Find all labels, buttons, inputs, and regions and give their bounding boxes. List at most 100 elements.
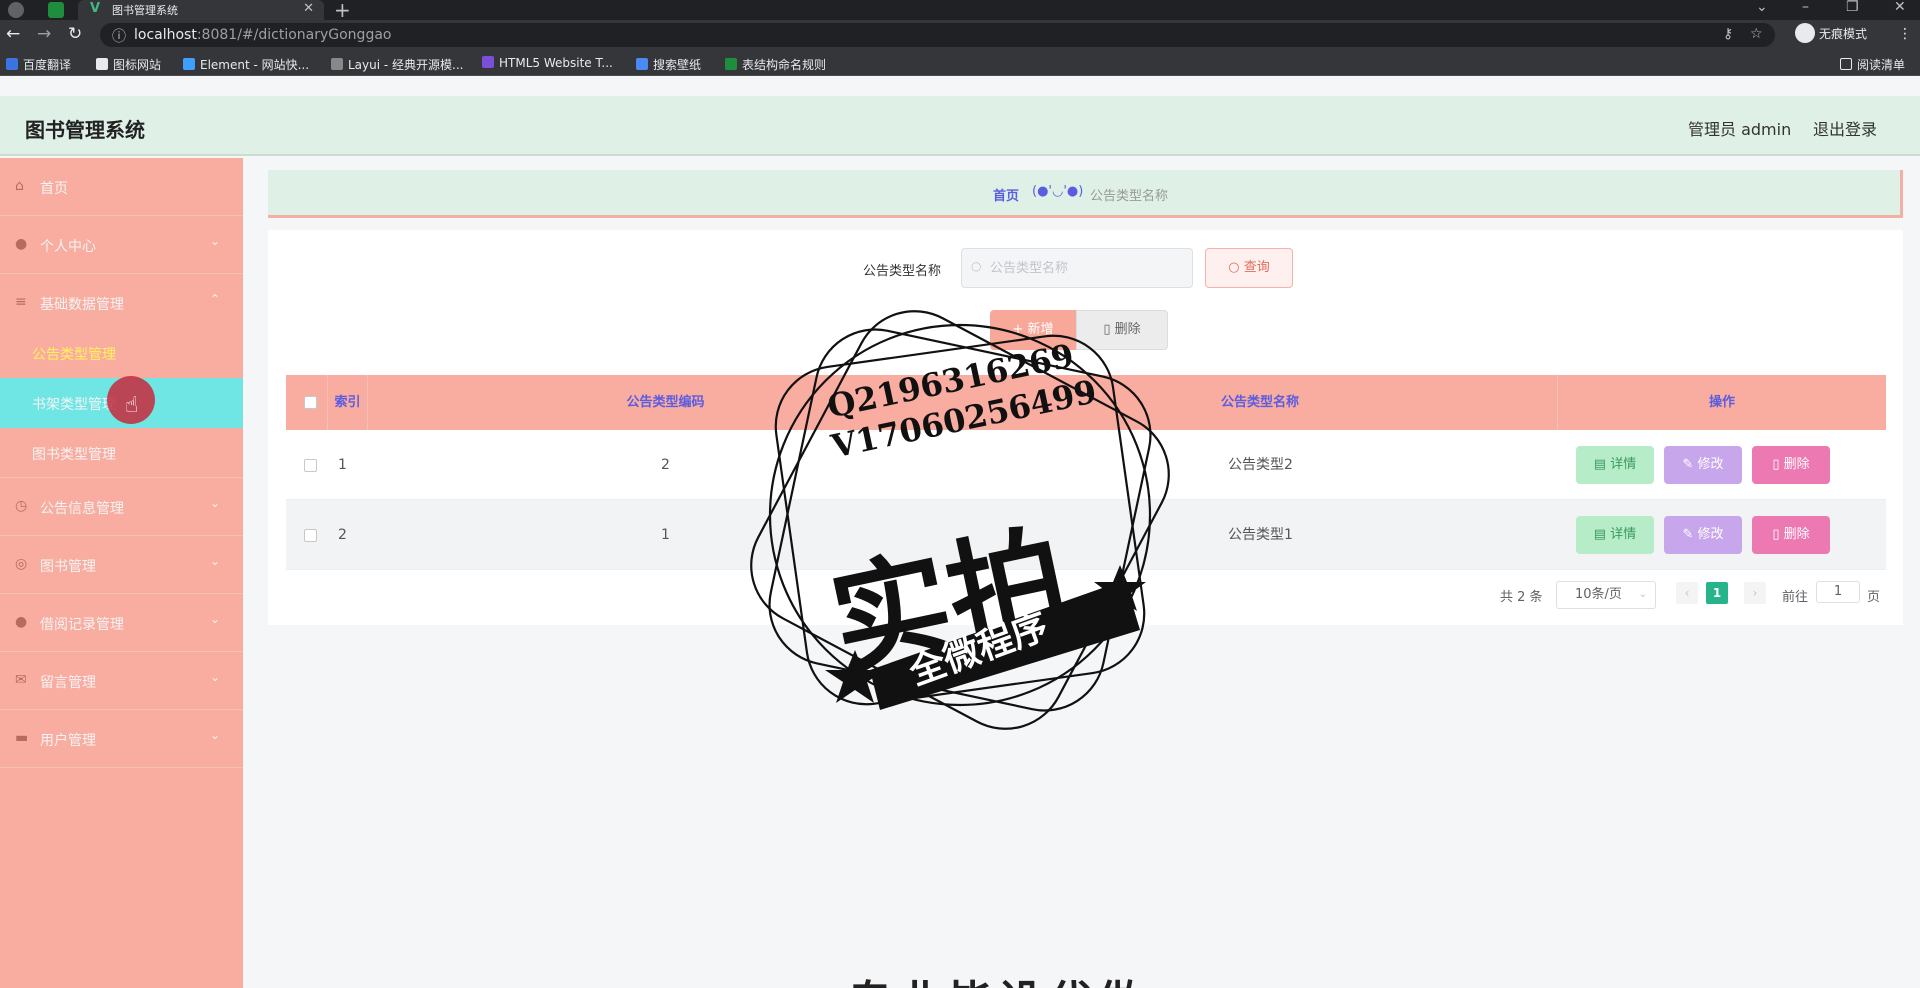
sidebar-sub-notice-type[interactable]: 公告类型管理 <box>0 328 243 378</box>
bookmark-item[interactable]: Layui - 经典开源模... <box>331 56 463 73</box>
chevron-down-icon: ⌄ <box>210 554 221 568</box>
sidebar-item-books[interactable]: ◎ 图书管理 ⌄ <box>0 536 243 594</box>
incognito-icon <box>1795 22 1815 43</box>
star-icon[interactable]: ☆ <box>1750 26 1763 42</box>
address-bar: ← → ↻ ⓘ localhost:8081/#/dictionaryGongg… <box>0 20 1920 50</box>
page-size-select[interactable]: 10条/页 ⌄ <box>1556 581 1656 609</box>
header-index: 索引 <box>328 375 368 430</box>
reading-list[interactable]: 阅读清单 <box>1840 56 1905 73</box>
trash-icon: ▯ <box>1103 322 1115 337</box>
row-checkbox[interactable] <box>304 459 317 472</box>
select-all-cell <box>286 375 328 430</box>
logout-button[interactable]: 退出登录 <box>1813 116 1877 140</box>
user-icon: ● <box>15 236 28 252</box>
back-icon[interactable]: ← <box>6 24 20 44</box>
search-input[interactable] <box>990 257 1185 279</box>
breadcrumb: 首页 (●'◡'●) 公告类型名称 <box>268 170 1903 218</box>
search-icon: ○ <box>971 259 982 273</box>
url-path: :8081/#/dictionaryGonggao <box>196 27 392 43</box>
hand-cursor-icon: ☝ <box>125 393 139 418</box>
table-row: 1 2 公告类型2 ▤ 详情 ✎ 修改 ▯ 删除 <box>286 430 1886 500</box>
search-field[interactable]: ○ <box>961 248 1193 288</box>
cell-index: 1 <box>338 457 347 473</box>
globe-icon[interactable] <box>8 2 24 18</box>
breadcrumb-separator: (●'◡'●) <box>1032 184 1084 199</box>
header-name[interactable]: 公告类型名称 <box>963 375 1558 430</box>
url-host: localhost <box>134 27 197 43</box>
detail-button[interactable]: ▤ 详情 <box>1576 446 1654 484</box>
table-row: 2 1 公告类型1 ▤ 详情 ✎ 修改 ▯ 删除 <box>286 500 1886 570</box>
reload-icon[interactable]: ↻ <box>68 24 82 44</box>
chevron-down-icon: ⌄ <box>210 670 221 684</box>
chevron-down-icon: ⌄ <box>210 728 221 742</box>
edit-button[interactable]: ✎ 修改 <box>1664 516 1742 554</box>
browser-tab-active[interactable]: V 图书管理系统 ✕ <box>78 0 324 20</box>
bookmark-item[interactable]: 百度翻译 <box>6 56 71 73</box>
search-icon: ○ <box>1228 260 1244 275</box>
delete-button[interactable]: ▯ 删除 <box>1752 516 1830 554</box>
next-page-button[interactable]: › <box>1744 582 1766 604</box>
pencil-icon: ✎ <box>1682 527 1698 542</box>
forward-icon[interactable]: → <box>37 24 51 44</box>
minimize-icon[interactable]: – <box>1802 0 1809 15</box>
edit-button[interactable]: ✎ 修改 <box>1664 446 1742 484</box>
bookmark-item[interactable]: HTML5 Website T... <box>482 56 613 70</box>
data-table: 索引 公告类型编码 公告类型名称 操作 1 2 公告类型2 ▤ 详情 ✎ 修改 … <box>286 375 1886 570</box>
trash-icon: ▯ <box>1772 457 1784 472</box>
cell-index: 2 <box>338 527 347 543</box>
goto-label: 前往 <box>1782 590 1809 605</box>
sidebar-item-base-data[interactable]: ≡ 基础数据管理 ⌃ <box>0 274 243 332</box>
bookmark-item[interactable]: 表结构命名规则 <box>725 56 826 73</box>
search-label: 公告类型名称 <box>863 264 942 279</box>
goto-page-input[interactable]: 1 <box>1816 581 1860 603</box>
sidebar-item-users[interactable]: ▬ 用户管理 ⌄ <box>0 710 243 768</box>
page-number[interactable]: 1 <box>1706 582 1728 604</box>
restore-icon[interactable]: ❐ <box>1846 0 1859 15</box>
info-icon[interactable]: ⓘ <box>112 26 126 46</box>
select-all-checkbox[interactable] <box>304 396 317 409</box>
delete-button[interactable]: ▯ 删除 <box>1752 446 1830 484</box>
document-icon: ▤ <box>1593 457 1611 472</box>
breadcrumb-current: 公告类型名称 <box>1090 189 1169 204</box>
sidebar-sub-book-type[interactable]: 图书类型管理 <box>0 428 243 478</box>
browser-tabbar: V 图书管理系统 ✕ + ⌄ – ❐ ✕ <box>0 0 1920 22</box>
key-icon[interactable]: ⚷ <box>1723 26 1733 42</box>
detail-button[interactable]: ▤ 详情 <box>1576 516 1654 554</box>
menu-icon: ≡ <box>15 294 27 310</box>
sheet-icon[interactable] <box>48 2 64 18</box>
new-tab-icon[interactable]: + <box>334 0 351 22</box>
incognito-indicator[interactable]: 无痕模式 <box>1795 22 1867 43</box>
cell-name: 公告类型2 <box>1228 457 1293 473</box>
row-checkbox[interactable] <box>304 529 317 542</box>
book-icon: ◎ <box>15 556 28 572</box>
cell-code: 1 <box>661 527 670 543</box>
batch-delete-button[interactable]: ▯ 删除 <box>1076 310 1168 350</box>
window-close-icon[interactable]: ✕ <box>1894 0 1906 15</box>
chevron-down-icon: ⌄ <box>210 234 221 248</box>
app-header: 图书管理系统 管理员 admin 退出登录 <box>0 96 1920 156</box>
sidebar-item-messages[interactable]: ✉ 留言管理 ⌄ <box>0 652 243 710</box>
vue-icon: V <box>90 1 101 16</box>
pagination-total: 共 2 条 <box>1500 590 1543 605</box>
add-button[interactable]: + 新增 <box>990 310 1076 350</box>
clock-icon: ◷ <box>15 498 28 514</box>
sidebar-item-notices[interactable]: ◷ 公告信息管理 ⌄ <box>0 478 243 536</box>
close-icon[interactable]: ✕ <box>303 1 314 16</box>
bookmark-item[interactable]: Element - 网站快... <box>183 56 309 73</box>
prev-page-button[interactable]: ‹ <box>1676 582 1698 604</box>
chevron-down-icon[interactable]: ⌄ <box>1756 0 1768 15</box>
url-field[interactable]: ⓘ localhost:8081/#/dictionaryGonggao ⚷ ☆ <box>100 23 1775 47</box>
query-button[interactable]: ○ 查询 <box>1205 248 1293 288</box>
bookmark-item[interactable]: 搜索壁纸 <box>636 56 701 73</box>
bookmark-item[interactable]: 图标网站 <box>96 56 161 73</box>
breadcrumb-home[interactable]: 首页 <box>993 185 1019 204</box>
more-icon[interactable]: ⋮ <box>1898 26 1912 42</box>
trash-icon: ▯ <box>1772 527 1784 542</box>
current-user: 管理员 admin <box>1688 120 1792 139</box>
header-code[interactable]: 公告类型编码 <box>368 375 963 430</box>
app-title: 图书管理系统 <box>25 118 145 142</box>
sidebar-item-profile[interactable]: ● 个人中心 ⌄ <box>0 216 243 274</box>
sidebar-item-home[interactable]: ⌂ 首页 <box>0 158 243 216</box>
sidebar-item-borrow[interactable]: ● 借阅记录管理 ⌄ <box>0 594 243 652</box>
cell-name: 公告类型1 <box>1228 527 1293 543</box>
